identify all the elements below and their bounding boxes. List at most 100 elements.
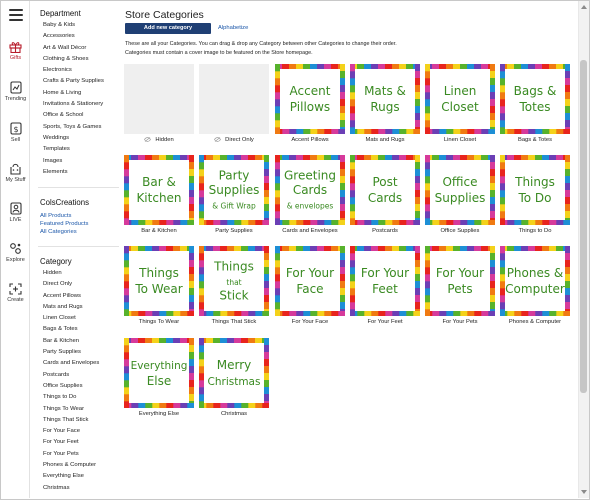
category-item[interactable]: Bar & Kitchen (43, 336, 99, 347)
category-name: Phones & Computer (508, 319, 562, 325)
department-item[interactable]: Images (43, 156, 104, 167)
category-item[interactable]: Office Supplies (43, 381, 99, 392)
department-item[interactable]: Weddings (43, 133, 104, 144)
hidden-eye-icon (144, 137, 152, 142)
category-tile[interactable]: Linen Closet (425, 64, 495, 134)
alphabetize-link[interactable]: Alphabetize (218, 23, 248, 34)
department-item[interactable]: Crafts & Party Supplies (43, 76, 104, 87)
category-name: Linen Closet (443, 137, 477, 143)
category-list: Hidden Direct Only Accent Pillows Mats and … (43, 268, 99, 494)
category-name: Things That Stick (211, 319, 257, 325)
category-item[interactable]: For Your Pets (43, 449, 99, 460)
category-item[interactable]: Mats and Rugs (43, 302, 99, 313)
category-tile-label: Things to Do (495, 228, 575, 234)
rail-item-trending[interactable]: Trending (1, 81, 30, 102)
category-tile[interactable]: For Your Feet (350, 246, 420, 316)
category-item[interactable]: Everything Else (43, 471, 99, 482)
category-name: For Your Feet (367, 319, 403, 325)
category-name: For Your Pets (442, 319, 478, 325)
category-item[interactable]: Postcards (43, 370, 99, 381)
rail-item-live[interactable]: LIVE (1, 202, 30, 223)
category-tile-label: Phones & Computer (495, 319, 575, 325)
category-tile[interactable]: Things To Wear (124, 246, 194, 316)
all-categories-link[interactable]: All Categories (40, 228, 77, 236)
department-item[interactable]: Sports, Toys & Games (43, 122, 104, 133)
category-tile[interactable]: Party Supplies & Gift Wrap (199, 155, 269, 225)
rail-item-my-stuff[interactable]: My Stuff (1, 162, 30, 183)
category-tile[interactable]: For Your Face (275, 246, 345, 316)
category-name: Hidden (155, 137, 174, 144)
rail-item-gifts[interactable]: Gifts (1, 41, 30, 61)
category-item[interactable]: Direct Only (43, 279, 99, 290)
category-tile[interactable]: For Your Pets (425, 246, 495, 316)
my-stuff-icon (10, 163, 21, 175)
description-line: These are all your Categories. You can d… (125, 41, 397, 47)
category-item[interactable]: Things to Do (43, 392, 99, 403)
scrollbar-thumb[interactable] (580, 60, 587, 393)
category-item[interactable]: Christmas (43, 483, 99, 494)
category-tile[interactable]: Mats & Rugs (350, 64, 420, 134)
department-item[interactable]: Electronics (43, 65, 104, 76)
category-tile-label: Linen Closet (420, 137, 500, 143)
department-item[interactable]: Elements (43, 167, 104, 178)
rail-item-explore[interactable]: Explore (1, 242, 30, 263)
department-item[interactable]: Art & Wall Décor (43, 43, 104, 54)
cover-text: Greeting (284, 169, 336, 183)
cover-text: Supplies (209, 183, 260, 197)
rail-label: Trending (4, 96, 27, 102)
sell-icon: $ (9, 122, 22, 135)
category-tile-label: Mats and Rugs (345, 137, 425, 143)
category-tile[interactable] (124, 64, 194, 134)
category-item[interactable]: For Your Feet (43, 437, 99, 448)
category-item[interactable]: Things To Wear (43, 404, 99, 415)
category-tile[interactable]: Phones & Computer (500, 246, 570, 316)
category-tile[interactable]: Office Supplies (425, 155, 495, 225)
category-cover-image: Post Cards (350, 155, 420, 225)
category-name: Everything Else (138, 411, 180, 417)
category-tile[interactable]: Post Cards (350, 155, 420, 225)
rail-item-create[interactable]: Create (1, 283, 30, 303)
department-item[interactable]: Accessories (43, 31, 104, 42)
category-tile[interactable]: Bar & Kitchen (124, 155, 194, 225)
category-item[interactable]: Cards and Envelopes (43, 358, 99, 369)
category-item[interactable]: Things That Stick (43, 415, 99, 426)
hamburger-menu-icon[interactable] (9, 9, 23, 21)
department-item[interactable]: Baby & Kids (43, 20, 104, 31)
cover-text: that (226, 278, 241, 287)
rail-label: Create (7, 297, 24, 303)
scroll-down-arrow-icon[interactable] (580, 489, 588, 495)
all-products-link[interactable]: All Products (40, 212, 71, 220)
category-name: Things to Do (518, 228, 552, 234)
cover-text: Accent (290, 84, 331, 98)
category-tile[interactable]: Accent Pillows (275, 64, 345, 134)
rail-item-sell[interactable]: $ Sell (1, 122, 30, 143)
category-item[interactable]: Party Supplies (43, 347, 99, 358)
scroll-up-arrow-icon[interactable] (580, 4, 588, 10)
featured-products-link[interactable]: Featured Products (40, 220, 88, 228)
department-item[interactable]: Home & Living (43, 88, 104, 99)
department-item[interactable]: Invitations & Stationery (43, 99, 104, 110)
category-tile[interactable]: Everything Else (124, 338, 194, 408)
category-tile[interactable]: Things To Do (500, 155, 570, 225)
category-item[interactable]: For Your Face (43, 426, 99, 437)
department-item[interactable]: Templates (43, 144, 104, 155)
category-tile[interactable]: Greeting Cards & envelopes (275, 155, 345, 225)
category-tile-label: Office Supplies (420, 228, 500, 234)
category-tile[interactable] (199, 64, 269, 134)
cover-text: Closet (441, 100, 479, 114)
category-cover-image: Things To Do (500, 155, 570, 225)
add-category-button[interactable]: Add new category (125, 23, 211, 34)
category-name: Cards and Envelopes (282, 228, 338, 234)
category-tile[interactable]: Things that Stick (199, 246, 269, 316)
category-tile[interactable]: Merry Christmas (199, 338, 269, 408)
category-item[interactable]: Phones & Computer (43, 460, 99, 471)
department-item[interactable]: Clothing & Shoes (43, 54, 104, 65)
category-tile-label: Cards and Envelopes (270, 228, 350, 234)
category-tile[interactable]: Bags & Totes (500, 64, 570, 134)
category-item[interactable]: Accent Pillows (43, 291, 99, 302)
category-item[interactable]: Bags & Totes (43, 324, 99, 335)
department-item[interactable]: Office & School (43, 110, 104, 121)
category-tile-label: Hidden (119, 137, 199, 143)
category-item[interactable]: Linen Closet (43, 313, 99, 324)
category-item[interactable]: Hidden (43, 268, 99, 279)
